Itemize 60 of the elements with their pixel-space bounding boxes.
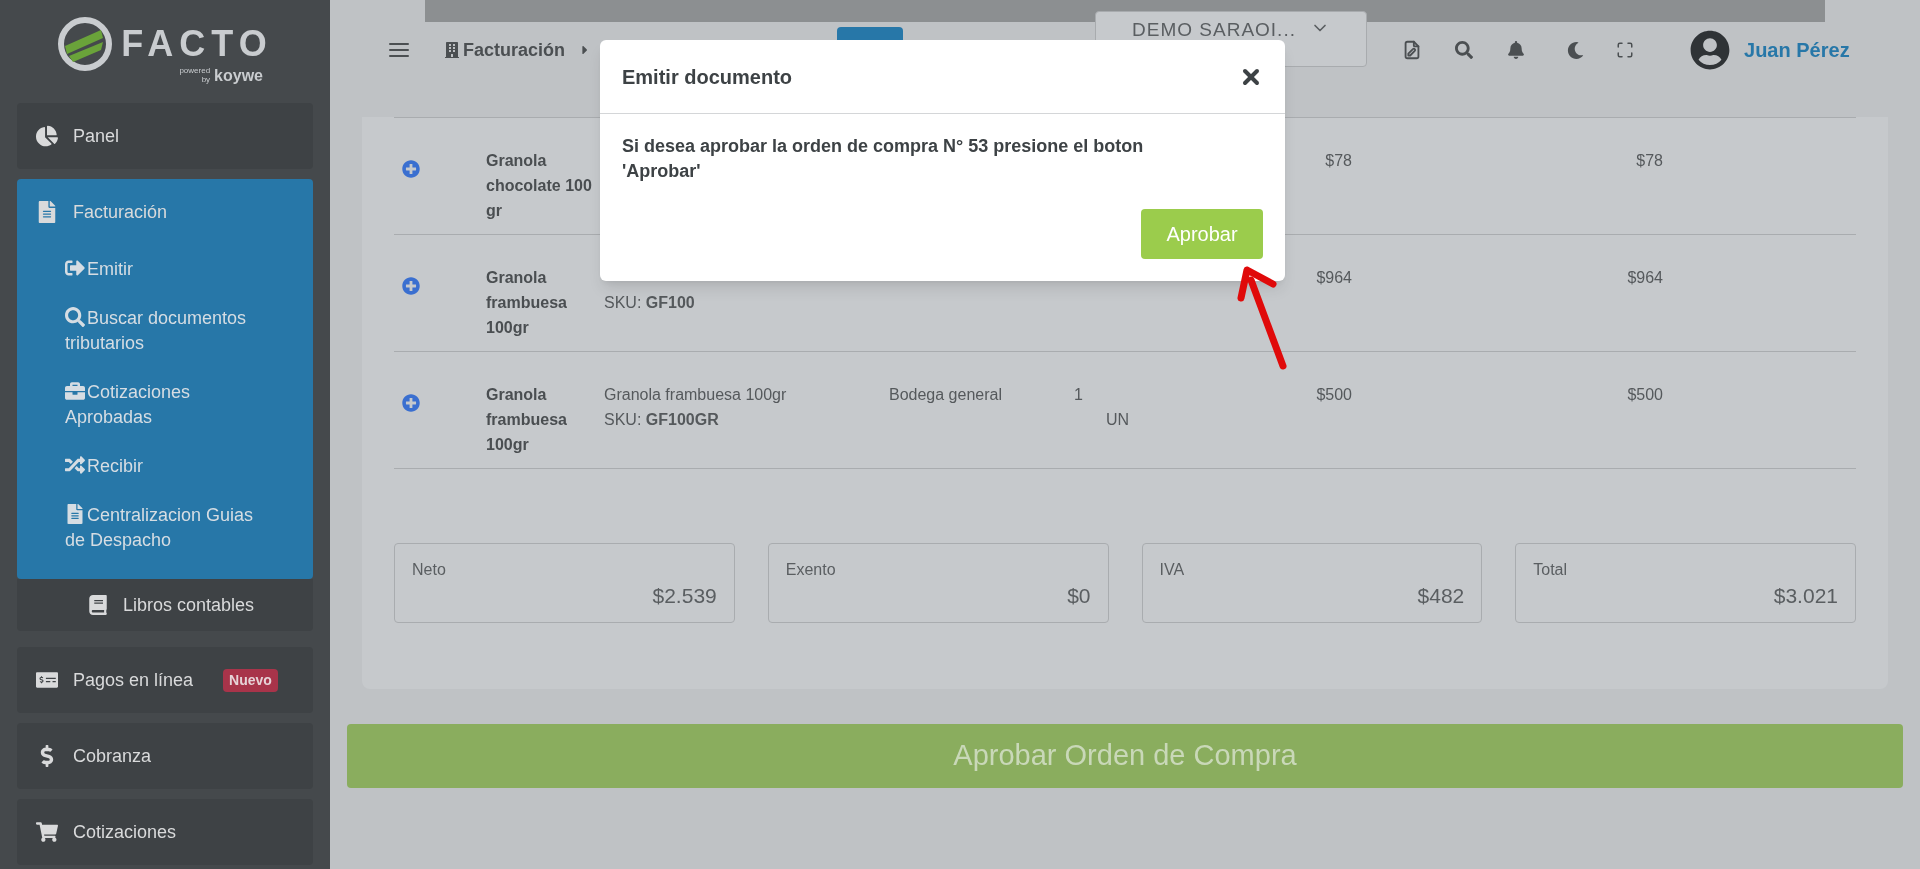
submenu-item[interactable]: Emitir: [17, 245, 313, 294]
breadcrumb[interactable]: Facturación: [463, 36, 566, 64]
unit-text: UN: [1105, 410, 1131, 430]
sku-text: SKU: GF100GR: [604, 410, 720, 430]
document-icon: [36, 201, 58, 223]
powered-by-text: powered by: [179, 66, 211, 84]
total-field: Exento $0: [767, 543, 1109, 623]
shuffle-icon: [65, 455, 85, 475]
sidebar-item[interactable]: Facturación Emitir Buscar documentos tributarios Cotizaciones Aprobadas Recibir Centralizacion Guias de Despacho: [17, 179, 313, 579]
search-icon[interactable]: [1455, 41, 1474, 59]
submenu-item[interactable]: Buscar documentos tributarios: [17, 294, 313, 368]
building-icon: [445, 42, 459, 58]
approve-button[interactable]: Aprobar: [1141, 209, 1263, 259]
total-text: $964: [1626, 268, 1663, 288]
company-name: DEMO SARAOI...: [1132, 18, 1296, 42]
total-text: $500: [1626, 385, 1663, 405]
modal-message: Si desea aprobar la orden de compra N° 53 presione el boton 'Aprobar': [622, 135, 1145, 183]
cart-icon: [36, 821, 58, 843]
total-field: Neto $2.539: [394, 543, 735, 623]
expand-icon[interactable]: [402, 394, 420, 412]
product-name: Granola frambuesa 100gr: [485, 268, 568, 338]
logo-text: FACTO: [121, 22, 273, 66]
new-badge: Nuevo: [223, 668, 278, 692]
submenu-item[interactable]: Centralizacion Guias de Despacho: [17, 491, 313, 565]
submenu-item[interactable]: Cotizaciones Aprobadas: [17, 368, 313, 442]
user-name[interactable]: Juan Pérez: [1744, 35, 1850, 65]
expand-icon[interactable]: [402, 277, 420, 295]
price-text: $964: [1316, 268, 1352, 288]
brand-text: koywe: [214, 68, 263, 84]
sidebar-item[interactable]: Cotizaciones: [17, 799, 313, 865]
fullscreen-icon[interactable]: [1616, 41, 1635, 59]
total-field: IVA $482: [1141, 543, 1483, 623]
warehouse-text: Bodega general: [889, 385, 1003, 405]
avatar-icon[interactable]: [1690, 30, 1731, 70]
price-text: $500: [1316, 385, 1352, 405]
expand-icon[interactable]: [402, 160, 420, 178]
sidebar-item[interactable]: Panel: [17, 103, 313, 169]
sidebar-item[interactable]: Libros contables: [17, 579, 313, 631]
price-text: $78: [1325, 151, 1352, 171]
exit-arrow-icon: [65, 258, 85, 278]
product-name: Granola frambuesa 100gr: [485, 385, 568, 455]
pie-chart-icon: [36, 125, 58, 147]
modal-title: Emitir documento: [622, 64, 792, 90]
book-icon: [89, 595, 107, 615]
bell-icon[interactable]: [1507, 41, 1526, 59]
sku-text: SKU: GF100: [604, 293, 696, 313]
product-name: Granola chocolate 100 gr: [485, 151, 593, 221]
money-card-icon: [36, 669, 58, 691]
quantity-text: 1: [1074, 385, 1084, 405]
product-description: Granola frambuesa 100gr: [604, 385, 788, 405]
submenu-item[interactable]: Recibir: [17, 442, 313, 491]
sidebar-item[interactable]: Pagos en línea Nuevo: [17, 647, 313, 713]
logo-icon: [57, 16, 114, 72]
moon-icon[interactable]: [1567, 41, 1585, 59]
total-text: $78: [1635, 151, 1663, 171]
briefcase-icon: [65, 381, 85, 401]
document-icon: [65, 504, 85, 524]
search-icon: [65, 307, 85, 327]
total-field: Total $3.021: [1515, 543, 1856, 623]
sidebar-item[interactable]: Cobranza: [17, 723, 313, 789]
